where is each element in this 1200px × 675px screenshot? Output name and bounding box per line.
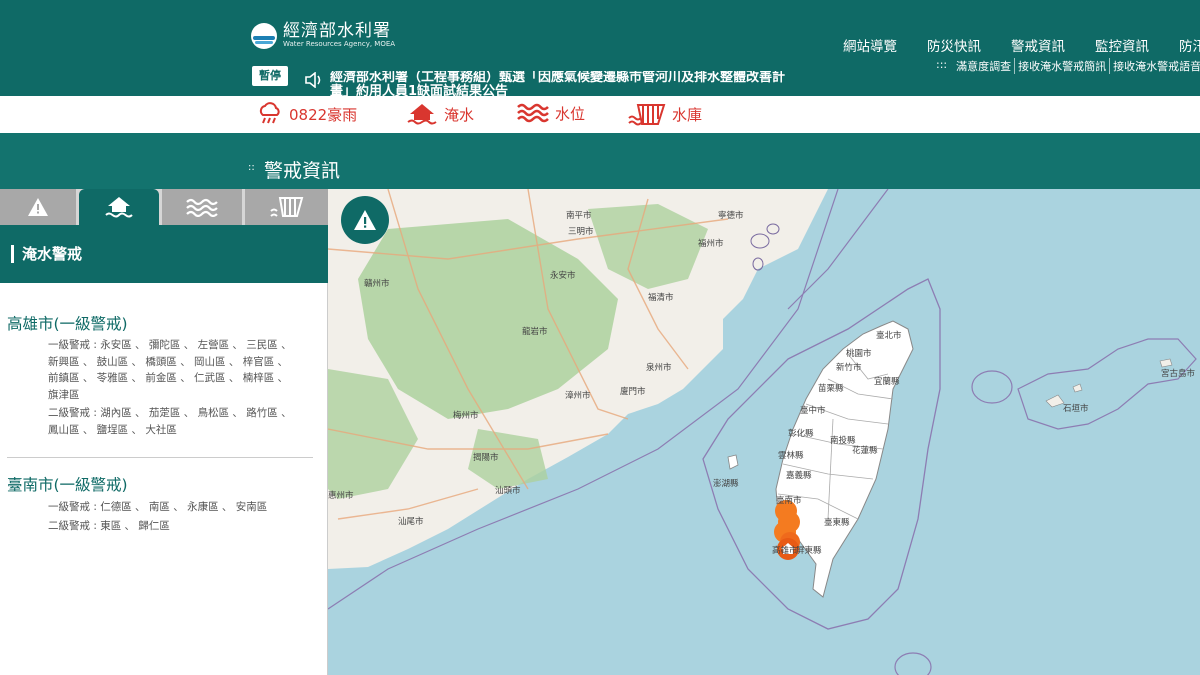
map-label: 苗栗縣 — [818, 384, 844, 394]
map-label: 嘉義縣 — [786, 471, 812, 481]
nav-flood-prevention[interactable]: 防汛 — [1179, 35, 1200, 55]
event-tabs-bar: 0822豪雨 淹水 水位 水庫 — [0, 96, 1200, 133]
map-label: 宮古島市 — [1161, 369, 1196, 379]
heading-accent-bar — [11, 245, 14, 263]
rain-cloud-icon — [259, 102, 280, 124]
marquee-pause-button[interactable]: 暫停 — [252, 66, 288, 86]
title-dots: :: — [248, 162, 255, 173]
panel-tab-reservoir[interactable] — [245, 189, 328, 225]
warning-line: 前鎮區 、 苓雅區 、 前金區 、 仁武區 、 楠梓區 、 — [48, 372, 289, 384]
divider — [7, 457, 313, 458]
tainan-warning-list: 一級警戒 : 仁德區 、 南區 、 永康區 、 安南區 二級警戒 : 東區 、 … — [48, 499, 313, 534]
sub-nav: ::: 滿意度調查 接收淹水警戒簡訊 接收淹水警戒語音廣 — [933, 58, 1200, 74]
warning-panel: 淹水警戒 高雄市(一級警戒) 一級警戒 : 永安區 、 彌陀區 、 左營區 、 … — [0, 189, 328, 675]
water-level-icon — [186, 198, 218, 217]
flood-house-icon — [105, 197, 133, 218]
reservoir-icon — [628, 104, 666, 126]
map-label: 屏東縣 — [796, 546, 822, 556]
warning-line: 一級警戒 : 永安區 、 彌陀區 、 左營區 、 三民區 、 — [48, 339, 292, 351]
logo-icon — [251, 22, 277, 49]
site-header: 經濟部水利署 Water Resources Agency, MOEA 網站導覽… — [0, 0, 1200, 96]
map-label: 贛州市 — [364, 279, 390, 289]
map-label: 臺北市 — [876, 331, 902, 341]
logo-subtitle: Water Resources Agency, MOEA — [283, 40, 396, 48]
map-label: 廈門市 — [620, 387, 646, 397]
warning-icon — [28, 198, 48, 216]
warning-icon — [354, 210, 376, 230]
city-tainan[interactable]: 臺南市(一級警戒) — [7, 473, 128, 495]
tab-flood-label: 淹水 — [444, 105, 475, 124]
nav-disaster-news[interactable]: 防災快訊 — [927, 35, 981, 55]
map-label: 南投縣 — [830, 436, 856, 446]
kaohsiung-warning-list: 一級警戒 : 永安區 、 彌陀區 、 左營區 、 三民區 、 新興區 、 鼓山區… — [48, 337, 313, 438]
subnav-dots: ::: — [936, 58, 948, 71]
map-label: 臺東縣 — [824, 518, 850, 528]
map-label: 汕尾市 — [398, 517, 424, 527]
panel-tab-warning[interactable] — [0, 189, 76, 225]
map-label: 高雄市 — [772, 546, 798, 556]
map-label: 龍岩市 — [522, 327, 548, 337]
warning-line: 鳳山區 、 鹽埕區 、 大社區 — [48, 423, 177, 436]
nav-warning-info[interactable]: 警戒資訊 — [1011, 35, 1065, 55]
map-label: 福清市 — [648, 293, 674, 303]
news-marquee[interactable]: 經濟部水利署（工程事務組）甄選「因應氣候變遷縣市管河川及排水整體改善計畫」約用人… — [330, 71, 800, 96]
warning-line: 旗津區 — [48, 388, 80, 401]
panel-heading: 淹水警戒 — [0, 225, 328, 283]
page-title: 警戒資訊 — [264, 160, 341, 182]
agency-logo[interactable]: 經濟部水利署 Water Resources Agency, MOEA — [251, 22, 395, 49]
map-label: 臺中市 — [800, 406, 826, 416]
page-title-bar: :: 警戒資訊 — [0, 133, 1200, 189]
warning-line: 二級警戒 : 東區 、 歸仁區 — [48, 519, 170, 532]
tab-rain-label: 0822豪雨 — [289, 105, 358, 124]
map-label: 石垣市 — [1063, 404, 1089, 414]
map-label: 桃園市 — [846, 349, 872, 359]
nav-monitoring-info[interactable]: 監控資訊 — [1095, 35, 1149, 55]
subnav-satisfaction-survey[interactable]: 滿意度調查 — [953, 58, 1016, 74]
map-label: 福州市 — [698, 239, 724, 249]
map-view[interactable]: 福清市 福州市 寧德市 泉州市 廈門市 漳州市 龍岩市 三明市 永安市 梅州市 … — [328, 189, 1200, 675]
map-label: 宜蘭縣 — [874, 377, 900, 387]
warning-line: 二級警戒 : 湖內區 、 茄萣區 、 鳥松區 、 路竹區 、 — [48, 407, 292, 419]
map-warning-button[interactable] — [341, 196, 389, 244]
tab-flood[interactable]: 淹水 — [406, 102, 474, 126]
flood-house-icon — [407, 104, 437, 125]
warning-line: 一級警戒 : 仁德區 、 南區 、 永康區 、 安南區 — [48, 501, 268, 513]
map-label: 新竹市 — [836, 363, 862, 373]
subnav-sms-alerts[interactable]: 接收淹水警戒簡訊 — [1015, 58, 1111, 74]
map-label: 惠州市 — [328, 491, 354, 501]
map-label: 梅州市 — [453, 411, 479, 421]
map-label: 永安市 — [550, 271, 576, 281]
map-label: 漳州市 — [565, 391, 591, 401]
speaker-icon — [305, 72, 321, 88]
tab-reservoir-label: 水庫 — [672, 105, 703, 124]
city-kaohsiung[interactable]: 高雄市(一級警戒) — [7, 312, 128, 334]
map-label: 泉州市 — [646, 363, 672, 373]
tab-water-level-label: 水位 — [555, 104, 586, 123]
main-nav: 網站導覽 防災快訊 警戒資訊 監控資訊 防汛 — [843, 35, 1200, 55]
map-label: 南平市 — [566, 211, 592, 221]
map-label: 彰化縣 — [788, 429, 814, 439]
logo-title: 經濟部水利署 — [283, 21, 391, 41]
water-level-icon — [517, 103, 549, 123]
panel-tabs — [0, 189, 328, 225]
map-label: 雲林縣 — [778, 451, 804, 461]
tab-rain-event[interactable]: 0822豪雨 — [257, 102, 357, 126]
panel-heading-text: 淹水警戒 — [22, 245, 83, 263]
subnav-voice-alerts[interactable]: 接收淹水警戒語音廣 — [1110, 58, 1200, 74]
map-label: 三明市 — [568, 227, 594, 237]
tab-water-level[interactable]: 水位 — [517, 102, 585, 124]
tab-reservoir[interactable]: 水庫 — [628, 102, 702, 126]
map-label: 汕頭市 — [495, 486, 521, 496]
panel-tab-flood[interactable] — [79, 189, 159, 225]
panel-tab-water-level[interactable] — [162, 189, 242, 225]
map-labels: 福清市 福州市 寧德市 泉州市 廈門市 漳州市 龍岩市 三明市 永安市 梅州市 … — [328, 189, 1200, 675]
map-label: 臺南市 — [776, 496, 802, 506]
warning-line: 新興區 、 鼓山區 、 橋頭區 、 岡山區 、 梓官區 、 — [48, 355, 289, 368]
map-label: 澎湖縣 — [713, 479, 739, 489]
map-label: 揭陽市 — [473, 453, 499, 463]
map-label: 寧德市 — [718, 211, 744, 221]
reservoir-icon — [269, 197, 303, 217]
nav-sitemap[interactable]: 網站導覽 — [843, 35, 897, 55]
